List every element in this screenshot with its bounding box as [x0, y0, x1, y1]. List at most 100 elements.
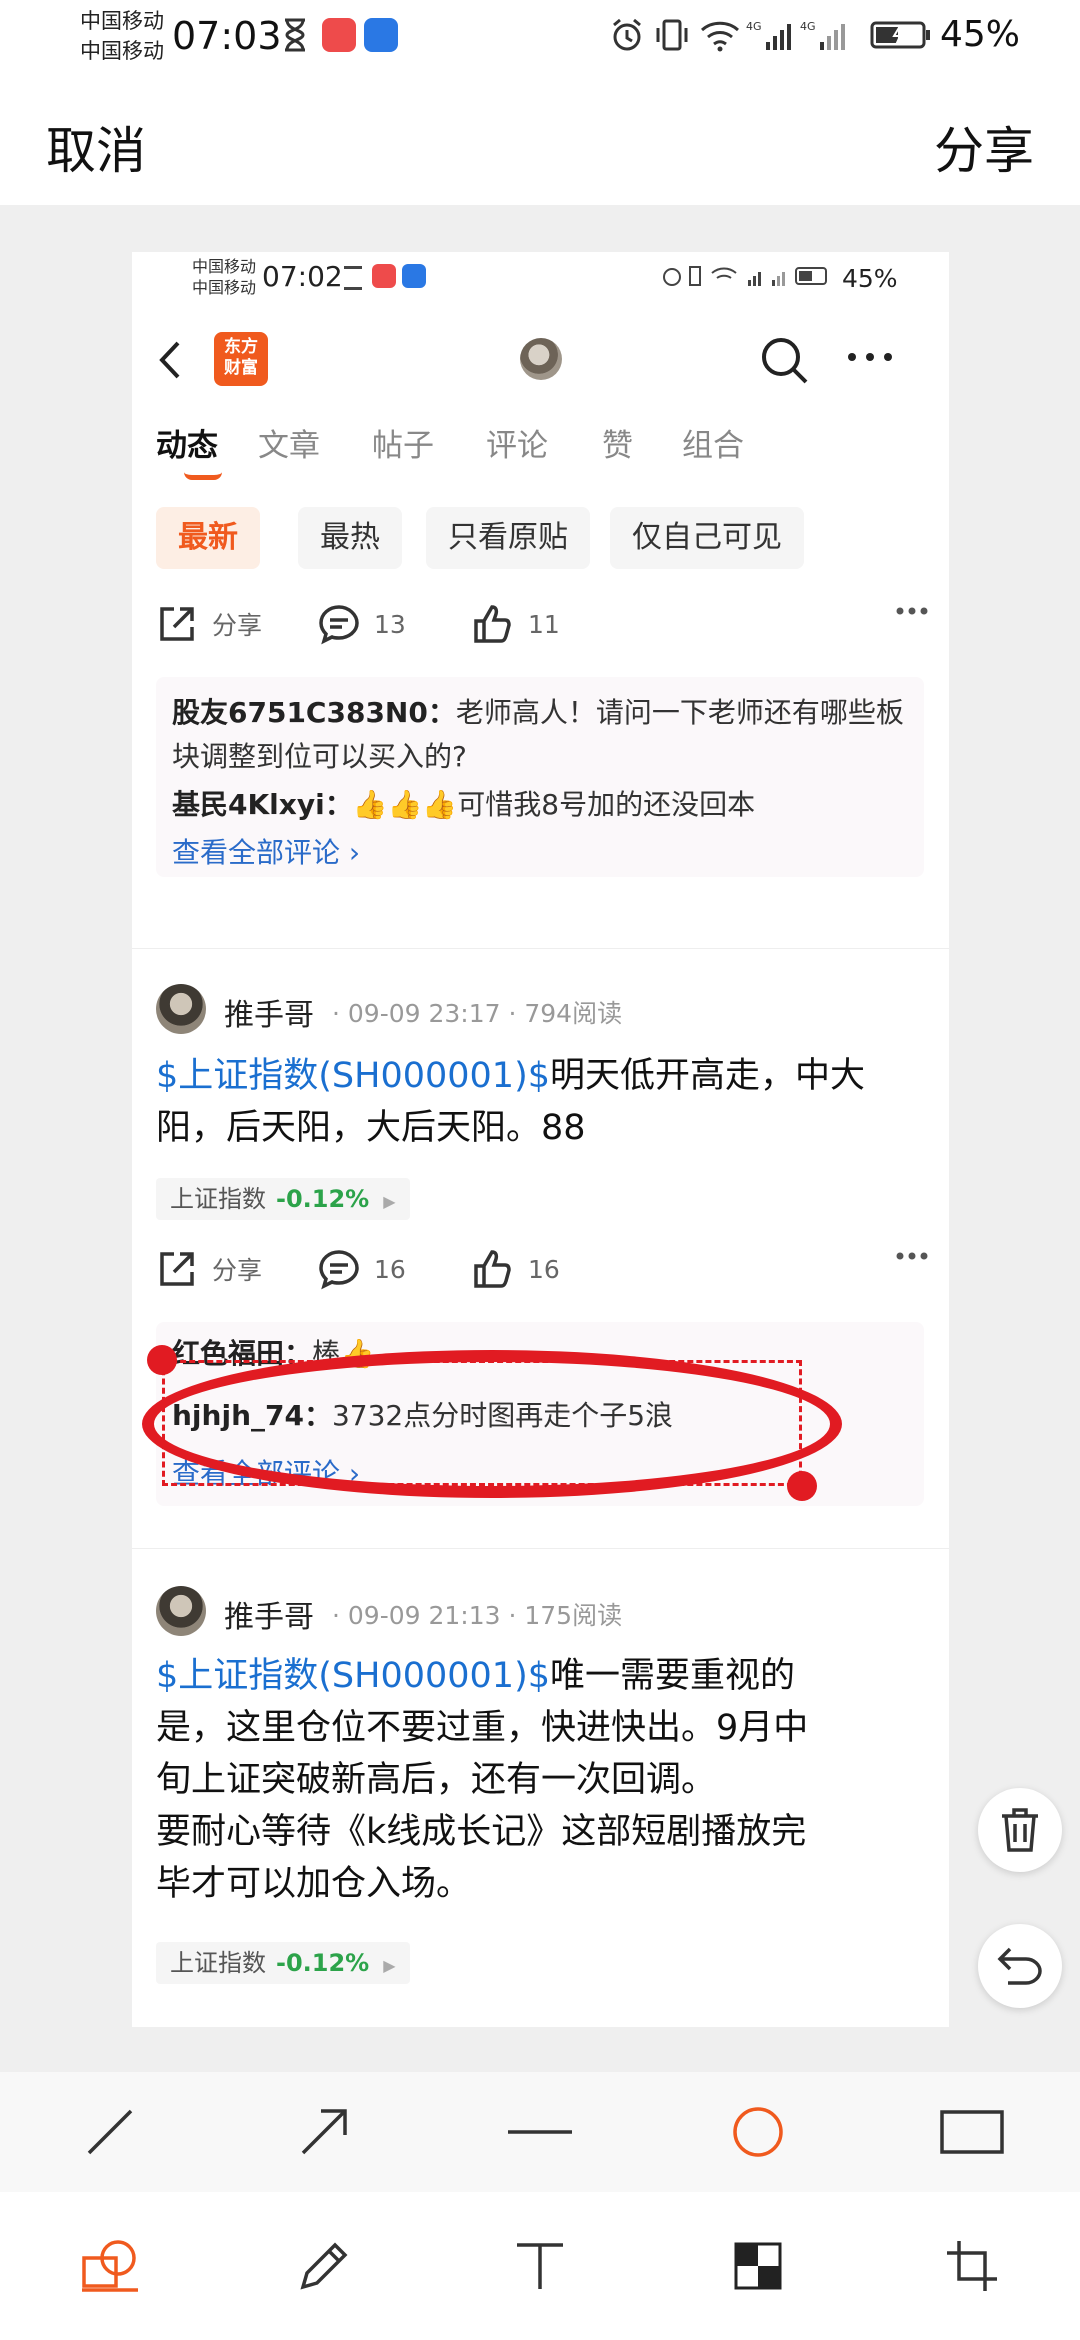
chip-hot[interactable]: 最热 — [298, 507, 402, 569]
post-line: 毕才可以加仓入场。 — [156, 1864, 472, 1904]
tab-comments[interactable]: 评论 — [486, 420, 548, 465]
post-meta: · 09-09 21:13 · 175阅读 — [332, 1601, 623, 1630]
arrow-tool-button[interactable] — [264, 2072, 384, 2192]
chip-original-only[interactable]: 只看原贴 — [426, 507, 590, 569]
tab-likes[interactable]: 赞 — [602, 420, 633, 465]
signal-icon-2: 4G — [800, 20, 845, 50]
bulb-notification-icon — [364, 18, 398, 52]
stock-tag-link[interactable]: $上证指数(SH000001)$ — [156, 1656, 550, 1696]
post2-more-icon[interactable] — [895, 1251, 929, 1261]
comment-icon — [319, 1250, 359, 1290]
search-icon[interactable] — [760, 336, 810, 386]
inner-nav-bar: 东方 财富 — [132, 320, 949, 400]
share-icon — [160, 607, 194, 641]
back-icon[interactable] — [158, 340, 182, 380]
resize-handle-top-left[interactable] — [147, 1345, 177, 1375]
post2-like-button[interactable]: 16 — [472, 1247, 560, 1291]
author-name[interactable]: 推手哥 — [224, 990, 314, 1034]
thumbs-up-icon — [474, 1250, 511, 1288]
comment-author[interactable]: 基民4Klxyi： — [172, 788, 353, 821]
share-icon — [160, 1252, 194, 1286]
undo-button[interactable] — [978, 1924, 1062, 2008]
signal-icon-1: 4G — [746, 20, 791, 50]
pen-tool-button[interactable] — [264, 2192, 384, 2340]
shape-tool-button[interactable] — [50, 2192, 170, 2340]
see-all-comments-link[interactable]: 查看全部评论 › — [172, 831, 360, 871]
inner-app-icon — [372, 264, 396, 288]
inner-status-bar: 中国移动 中国移动 07:02 45% — [132, 252, 949, 312]
inner-status-icons — [662, 264, 832, 288]
chip-private[interactable]: 仅自己可见 — [610, 507, 804, 569]
post1-comment-button[interactable]: 13 — [318, 602, 406, 646]
post1-like-button[interactable]: 11 — [472, 602, 560, 646]
comment-item: 股友6751C383N0：老师高人！请问一下老师还有哪些板块调整到位可以买入的? — [172, 691, 912, 779]
status-bar: 中国移动 中国移动 07:03 4G 4G 45% — [0, 0, 1080, 75]
content-tabs: 动态 文章 帖子 评论 赞 组合 — [132, 410, 949, 480]
crop-tool-button[interactable] — [912, 2192, 1032, 2340]
divider — [132, 1548, 949, 1549]
more-icon[interactable] — [846, 350, 894, 364]
app-logo: 东方 财富 — [214, 332, 268, 386]
circle-tool-icon — [733, 2107, 783, 2157]
post2-action-bar: 分享 16 16 — [132, 1237, 949, 1297]
tab-dynamic[interactable]: 动态 — [156, 420, 218, 465]
profile-avatar[interactable] — [520, 338, 562, 380]
delete-icon — [1002, 1808, 1038, 1852]
chevron-right-icon: ▶ — [383, 1192, 396, 1211]
stock-change: -0.12% — [276, 1185, 370, 1213]
inner-battery-percent: 45% — [842, 264, 898, 293]
mosaic-tool-button[interactable] — [698, 2192, 818, 2340]
circle-tool-button[interactable] — [698, 2072, 818, 2192]
tab-portfolio[interactable]: 组合 — [682, 420, 744, 465]
cancel-button[interactable]: 取消 — [46, 111, 146, 183]
share-label: 分享 — [212, 611, 263, 640]
post-line: 要耐心等待《k线成长记》这部短剧播放完 — [156, 1812, 807, 1852]
stock-change: -0.12% — [276, 1949, 370, 1977]
rect-tool-button[interactable] — [912, 2072, 1032, 2192]
stock-tag-link[interactable]: $上证指数(SH000001)$ — [156, 1056, 550, 1096]
post-line: $上证指数(SH000001)$唯一需要重视的 — [156, 1650, 926, 1702]
comment-icon — [319, 605, 359, 645]
author-name[interactable]: 推手哥 — [224, 1592, 314, 1636]
thumbs-up-icon — [474, 605, 511, 643]
screenshot-preview: 中国移动 中国移动 07:02 45% 东方 财富 动态 文章 帖子 评论 赞 … — [132, 252, 949, 2027]
post2-comment-button[interactable]: 16 — [318, 1247, 406, 1291]
share-button[interactable]: 分享 — [934, 111, 1034, 183]
post3-header: 推手哥 · 09-09 21:13 · 175阅读 — [132, 1582, 949, 1642]
post1-share-button[interactable]: 分享 — [156, 602, 262, 646]
tab-posts[interactable]: 帖子 — [372, 420, 434, 465]
inner-carrier: 中国移动 中国移动 — [192, 256, 256, 298]
post3-body: $上证指数(SH000001)$唯一需要重视的 是，这里仓位不要过重，快进快出。… — [156, 1650, 926, 1910]
delete-button[interactable] — [978, 1788, 1062, 1872]
annotation-ellipse[interactable] — [142, 1350, 842, 1498]
like-count: 11 — [528, 609, 560, 639]
status-time: 07:03 — [172, 14, 282, 58]
inner-bulb-icon — [402, 264, 426, 288]
stock-chip[interactable]: 上证指数 -0.12% ▶ — [156, 1942, 410, 1984]
author-avatar[interactable] — [156, 1586, 206, 1636]
line-tool-icon — [87, 2109, 133, 2155]
comment-author[interactable]: 股友6751C383N0： — [172, 696, 456, 729]
like-count: 16 — [528, 1254, 560, 1284]
app-notification-icon — [322, 18, 356, 52]
chip-latest[interactable]: 最新 — [156, 507, 260, 569]
comment-item: 基民4Klxyi：👍👍👍可惜我8号加的还没回本 — [172, 783, 912, 827]
stock-chip[interactable]: 上证指数 -0.12% ▶ — [156, 1178, 410, 1220]
battery-percent: 45% — [940, 14, 1021, 55]
author-avatar[interactable] — [156, 984, 206, 1034]
hourglass-icon — [285, 18, 305, 52]
post2-share-button[interactable]: 分享 — [156, 1247, 262, 1291]
resize-handle-bottom-right[interactable] — [787, 1471, 817, 1501]
rect-tool-icon — [940, 2110, 1004, 2154]
line-tool-button[interactable] — [50, 2072, 170, 2192]
post1-more-icon[interactable] — [895, 606, 929, 616]
carrier-1: 中国移动 — [80, 9, 164, 33]
inner-hourglass-icon — [344, 266, 362, 290]
text-tool-button[interactable] — [480, 2192, 600, 2340]
stock-name: 上证指数 — [170, 1185, 266, 1213]
svg-text:4G: 4G — [800, 20, 816, 33]
hline-tool-button[interactable] — [480, 2072, 600, 2192]
filter-chips: 最新 最热 只看原贴 仅自己可见 — [132, 507, 949, 573]
tab-articles[interactable]: 文章 — [258, 420, 320, 465]
battery-icon — [870, 21, 930, 49]
